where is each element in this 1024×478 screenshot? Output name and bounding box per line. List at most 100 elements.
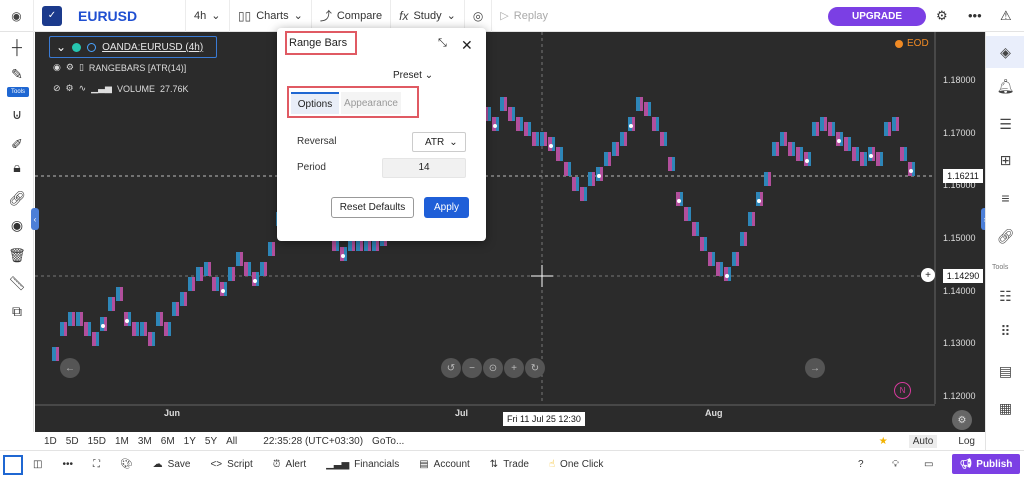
gear-icon[interactable]: ⚙: [66, 62, 74, 73]
goto-button[interactable]: GoTo...: [372, 436, 404, 447]
trash-icon[interactable]: 🗑︎: [0, 244, 34, 266]
report-icon[interactable]: ▤: [986, 357, 1024, 385]
zoom-fit-icon[interactable]: ⊙: [483, 358, 503, 378]
stack-icon[interactable]: ☷: [986, 282, 1024, 310]
financials-button[interactable]: ▁▃▅ Financials: [316, 451, 409, 478]
video-icon[interactable]: ▭: [914, 451, 943, 478]
price-tick: 1.14000: [943, 286, 976, 296]
heatmap-icon[interactable]: ⊞: [986, 146, 1024, 174]
interval-select[interactable]: 4h ⌄: [186, 0, 230, 32]
range-bar: [732, 252, 736, 266]
preset-menu[interactable]: Preset ⌄: [393, 70, 433, 81]
apply-button[interactable]: Apply: [424, 197, 469, 218]
link-icon[interactable]: 🔗︎: [986, 222, 1024, 250]
eye-hidden-icon[interactable]: ⊘: [53, 83, 61, 94]
gear-icon[interactable]: ⚙: [936, 8, 948, 24]
eye-icon[interactable]: ◉: [53, 62, 61, 73]
range-15d[interactable]: 15D: [88, 436, 106, 447]
alert-button[interactable]: ⏰︎ Alert: [263, 451, 316, 478]
auto-scale-button[interactable]: Auto: [908, 434, 938, 448]
single-layout-icon[interactable]: [3, 454, 23, 475]
publish-button[interactable]: 📢︎ Publish: [952, 454, 1020, 474]
star-icon[interactable]: ★: [879, 436, 888, 447]
legend-symbol[interactable]: OANDA:EURUSD (4h): [102, 42, 203, 53]
lightbulb-icon[interactable]: 💡︎: [882, 451, 909, 478]
account-button[interactable]: ▤ Account: [409, 451, 480, 478]
warning-icon[interactable]: ⚠: [1000, 8, 1012, 24]
tab-options[interactable]: Options: [291, 92, 339, 114]
scroll-left-icon[interactable]: ←: [60, 358, 80, 378]
help-icon[interactable]: ?: [848, 451, 874, 478]
gear-icon[interactable]: ⚙: [66, 83, 74, 94]
zoom-in-icon[interactable]: +: [504, 358, 524, 378]
log-scale-button[interactable]: Log: [958, 436, 975, 447]
one-click-button[interactable]: ☝ One Click: [539, 451, 613, 478]
collapse-icon[interactable]: ⤡: [438, 37, 447, 50]
save-button[interactable]: ☁ Save: [143, 451, 201, 478]
range-bar: [912, 162, 915, 176]
palette-icon[interactable]: 🎨︎: [110, 451, 143, 478]
range-1y[interactable]: 1Y: [184, 436, 196, 447]
magnet-tool-icon[interactable]: ⊍: [0, 103, 34, 125]
period-input[interactable]: 14: [382, 158, 466, 178]
layers-icon[interactable]: ◈: [986, 36, 1024, 68]
time-axis[interactable]: Jun Jul Aug Fri 11 Jul 25 12:30: [35, 404, 935, 432]
bell-icon[interactable]: 🔔︎: [986, 72, 1024, 100]
snapshot-button[interactable]: ◎: [465, 0, 493, 32]
calendar-icon[interactable]: ▦: [986, 394, 1024, 422]
scroll-right-icon[interactable]: →: [805, 358, 825, 378]
compare-button[interactable]: ⤴ Compare: [312, 0, 392, 32]
eye-icon[interactable]: ◉: [0, 214, 34, 236]
grid-icon[interactable]: ⠿: [986, 317, 1024, 345]
financials-label: Financials: [354, 459, 400, 470]
price-axis[interactable]: 1.18000 1.17000 1.16000 1.15000 1.14000 …: [935, 32, 985, 404]
user-icon[interactable]: ◉: [0, 0, 34, 32]
range-3m[interactable]: 3M: [138, 436, 152, 447]
close-icon[interactable]: ✕: [461, 37, 473, 54]
reversal-select[interactable]: ATR ⌄: [412, 132, 466, 152]
trade-button[interactable]: ⇅ Trade: [480, 451, 539, 478]
range-bar: [876, 152, 880, 166]
list-icon[interactable]: ≡: [986, 184, 1024, 212]
range-5d[interactable]: 5D: [66, 436, 79, 447]
chevron-down-icon[interactable]: ⌄: [56, 40, 66, 54]
reset-defaults-button[interactable]: Reset Defaults: [331, 197, 414, 218]
upgrade-button[interactable]: UPGRADE: [828, 7, 926, 26]
script-button[interactable]: <> Script: [200, 451, 262, 478]
indicator-legend-rangebars[interactable]: ◉ ⚙ ▯ RANGEBARS [ATR(14)]: [53, 62, 186, 73]
split-layout-icon[interactable]: ◫: [23, 451, 52, 478]
pencil-tool-icon[interactable]: ✎: [0, 63, 34, 85]
range-1d[interactable]: 1D: [44, 436, 57, 447]
cursor-icon[interactable]: ⧉: [0, 300, 34, 322]
redo-icon[interactable]: ↻: [525, 358, 545, 378]
zoom-reset-icon[interactable]: ↺: [441, 358, 461, 378]
add-alert-icon[interactable]: +: [921, 268, 935, 282]
more-icon[interactable]: •••: [52, 451, 83, 478]
more-icon[interactable]: •••: [968, 8, 982, 23]
right-toolbar: ◈ 🔔︎ ☰ ⊞ ≡ 🔗︎ Tools ☷ ⠿ ▤ ▦: [985, 32, 1024, 450]
fullscreen-icon[interactable]: ⛶: [83, 451, 110, 478]
range-1m[interactable]: 1M: [115, 436, 129, 447]
watchlist-icon[interactable]: ☰: [986, 110, 1024, 138]
symbol-search[interactable]: EURUSD: [70, 0, 186, 32]
range-all[interactable]: All: [226, 436, 237, 447]
replay-button[interactable]: ▷ Replay: [492, 0, 556, 32]
range-6m[interactable]: 6M: [161, 436, 175, 447]
charts-menu[interactable]: ▯▯ Charts ⌄: [230, 0, 312, 32]
range-5y[interactable]: 5Y: [205, 436, 217, 447]
study-menu[interactable]: fx Study ⌄: [391, 0, 465, 32]
crosshair-tool-icon[interactable]: ┼: [0, 36, 34, 58]
symbol-legend[interactable]: ⌄ OANDA:EURUSD (4h): [49, 36, 217, 58]
app-logo[interactable]: ✓: [34, 0, 70, 32]
indicator-legend-volume[interactable]: ⊘ ⚙ ∿ ▁▃▅ VOLUME 27.76K: [53, 83, 188, 94]
chart-settings-gear-icon[interactable]: ⚙: [952, 410, 972, 430]
link-icon[interactable]: 🔗︎: [0, 187, 34, 209]
left-panel-toggle-icon[interactable]: ‹: [31, 208, 39, 230]
brush-tool-icon[interactable]: ✐: [0, 133, 34, 155]
lock-icon[interactable]: 🔒︎: [0, 156, 34, 178]
chart-area[interactable]: ⌄ OANDA:EURUSD (4h) ◉ ⚙ ▯ RANGEBARS [ATR…: [31, 32, 989, 432]
ruler-icon[interactable]: 📏︎: [0, 272, 34, 294]
zoom-out-icon[interactable]: −: [462, 358, 482, 378]
tab-appearance[interactable]: Appearance: [341, 92, 401, 114]
news-badge[interactable]: N: [894, 382, 911, 399]
